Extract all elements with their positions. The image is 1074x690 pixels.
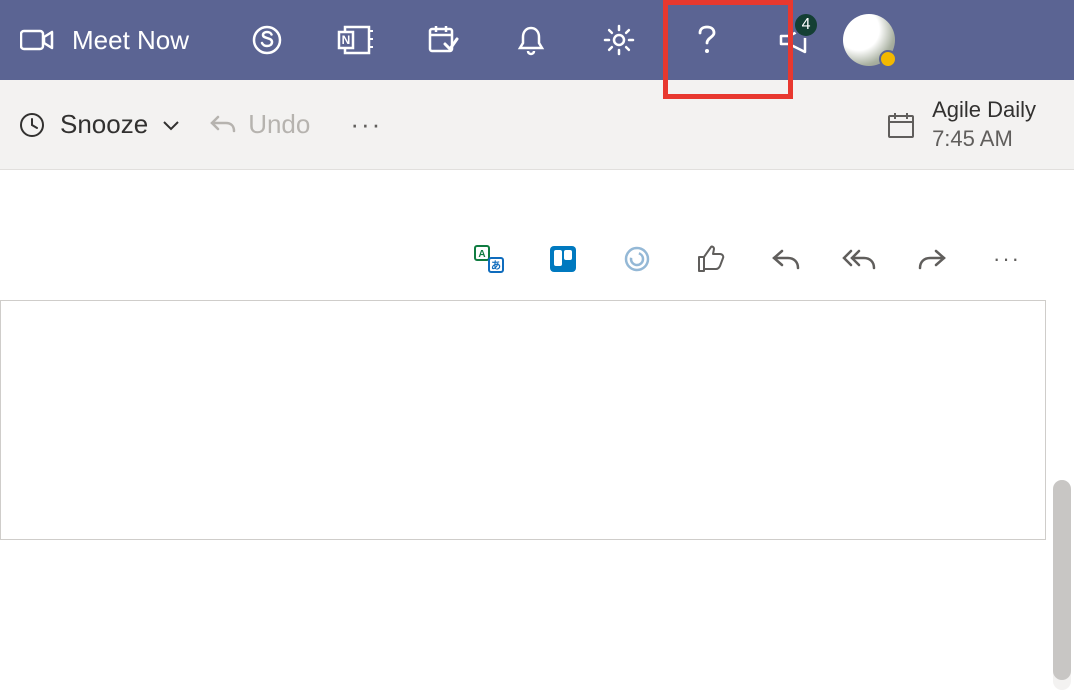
onenote-button[interactable]: N	[325, 10, 385, 70]
announcements-badge: 4	[793, 12, 819, 38]
snooze-label: Snooze	[60, 109, 148, 140]
trello-icon	[549, 245, 577, 273]
scrollbar[interactable]	[1053, 480, 1071, 690]
profile-avatar[interactable]	[843, 14, 895, 66]
reply-icon	[770, 247, 800, 271]
circle-action-button[interactable]	[619, 241, 655, 277]
undo-icon	[208, 113, 236, 137]
calendar-check-icon	[427, 24, 459, 56]
svg-text:N: N	[342, 33, 351, 47]
ellipsis-icon: ···	[993, 246, 1021, 272]
bell-icon	[517, 24, 545, 56]
scrollbar-thumb[interactable]	[1053, 480, 1071, 680]
skype-icon	[250, 23, 284, 57]
video-icon	[20, 28, 54, 52]
forward-icon	[918, 247, 948, 271]
message-action-toolbar: Aあ	[471, 241, 1025, 277]
calendar-addin-button[interactable]	[413, 10, 473, 70]
undo-button[interactable]: Undo	[208, 109, 310, 140]
notifications-button[interactable]	[501, 10, 561, 70]
help-button[interactable]	[677, 10, 737, 70]
meet-now-label: Meet Now	[72, 25, 189, 56]
upcoming-event[interactable]: Agile Daily 7:45 AM	[886, 96, 1056, 153]
forward-button[interactable]	[915, 241, 951, 277]
help-icon	[697, 24, 717, 56]
undo-label: Undo	[248, 109, 310, 140]
settings-button[interactable]	[589, 10, 649, 70]
translate-button[interactable]: Aあ	[471, 241, 507, 277]
announcements-button[interactable]: 4	[765, 10, 825, 70]
event-title: Agile Daily	[932, 96, 1036, 125]
presence-status-icon	[879, 50, 897, 68]
swirl-icon	[623, 245, 651, 273]
message-panel: Aあ	[0, 300, 1046, 540]
svg-text:A: A	[478, 249, 485, 260]
reply-all-button[interactable]	[841, 241, 877, 277]
top-navigation-bar: Meet Now N 4	[0, 0, 1074, 80]
svg-text:あ: あ	[491, 259, 501, 272]
meet-now-button[interactable]: Meet Now	[20, 25, 189, 56]
thumbs-up-icon	[696, 245, 726, 273]
snooze-button[interactable]: Snooze	[18, 109, 180, 140]
event-time: 7:45 AM	[932, 125, 1036, 154]
more-message-actions-button[interactable]: ···	[989, 241, 1025, 277]
chevron-down-icon	[162, 119, 180, 131]
trello-button[interactable]	[545, 241, 581, 277]
translate-icon: Aあ	[474, 245, 504, 273]
clock-icon	[18, 111, 46, 139]
secondary-toolbar: Snooze Undo ··· Agile Daily 7:45 AM	[0, 80, 1074, 170]
content-area: Aあ	[0, 170, 1074, 532]
gear-icon	[602, 23, 636, 57]
like-button[interactable]	[693, 241, 729, 277]
more-actions-button[interactable]: ···	[350, 109, 382, 140]
reply-all-icon	[842, 247, 876, 271]
calendar-icon	[886, 110, 916, 140]
notebook-icon: N	[337, 25, 373, 55]
skype-button[interactable]	[237, 10, 297, 70]
reply-button[interactable]	[767, 241, 803, 277]
